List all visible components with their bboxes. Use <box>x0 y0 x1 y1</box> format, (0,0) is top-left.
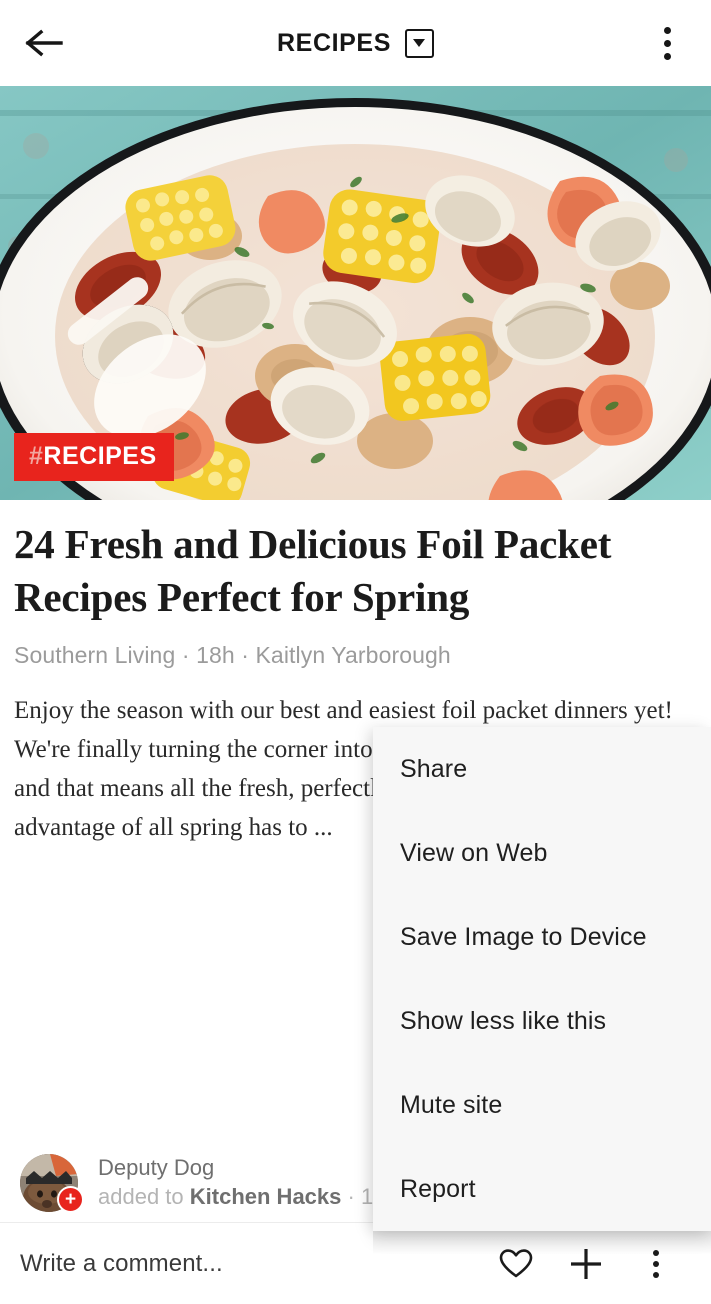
add-to-magazine-button[interactable] <box>551 1223 621 1304</box>
chevron-down-icon <box>413 39 426 47</box>
context-menu: Share View on Web Save Image to Device S… <box>373 727 711 1231</box>
back-arrow-icon <box>25 29 63 57</box>
attribution-subtext: added to Kitchen Hacks · 18 <box>98 1182 385 1212</box>
topbar-overflow-menu-button[interactable] <box>637 0 697 86</box>
menu-item-report[interactable]: Report <box>373 1147 711 1231</box>
topbar-title-group: RECIPES <box>0 0 711 86</box>
attribution-username[interactable]: Deputy Dog <box>98 1154 385 1182</box>
article-byline: Southern Living · 18h · Kaitlyn Yarborou… <box>14 642 451 668</box>
plus-icon <box>571 1248 601 1279</box>
article-headline[interactable]: 24 Fresh and Delicious Foil Packet Recip… <box>14 518 697 624</box>
badge-hash: # <box>29 442 44 470</box>
top-navigation-bar: RECIPES <box>0 0 711 86</box>
action-icon-group <box>481 1223 691 1304</box>
more-vertical-icon-dot2 <box>663 39 671 47</box>
menu-item-share[interactable]: Share <box>373 727 711 811</box>
article-hero-image[interactable]: #RECIPES <box>0 86 711 500</box>
more-vertical-icon <box>653 1249 659 1278</box>
more-vertical-icon <box>663 26 671 34</box>
back-button[interactable] <box>8 0 80 86</box>
heart-outline-icon <box>499 1248 533 1277</box>
attribution-text: Deputy Dog added to Kitchen Hacks · 18 <box>98 1154 385 1212</box>
topic-dropdown-button[interactable] <box>404 28 434 58</box>
follow-plus-badge[interactable]: + <box>57 1186 84 1213</box>
avatar[interactable]: + <box>20 1154 84 1213</box>
attribution-separator: · <box>347 1184 355 1209</box>
page-title: RECIPES <box>277 28 391 57</box>
item-overflow-menu-button[interactable] <box>621 1223 691 1304</box>
menu-item-mute-site[interactable]: Mute site <box>373 1063 711 1147</box>
topic-badge[interactable]: #RECIPES <box>14 433 174 481</box>
menu-item-show-less-like-this[interactable]: Show less like this <box>373 979 711 1063</box>
like-button[interactable] <box>481 1223 551 1304</box>
attribution-magazine[interactable]: Kitchen Hacks <box>190 1184 342 1209</box>
comment-input[interactable]: Write a comment... <box>20 1250 481 1278</box>
menu-item-view-on-web[interactable]: View on Web <box>373 811 711 895</box>
menu-item-save-image-to-device[interactable]: Save Image to Device <box>373 895 711 979</box>
badge-label: RECIPES <box>43 442 157 470</box>
app-screen: RECIPES #RECIPES 24 Fresh and Delicious … <box>0 0 711 1304</box>
comment-bar: Write a comment... <box>0 1222 711 1304</box>
attribution-action: added to <box>98 1184 184 1209</box>
more-vertical-icon-dot3 <box>663 52 671 60</box>
